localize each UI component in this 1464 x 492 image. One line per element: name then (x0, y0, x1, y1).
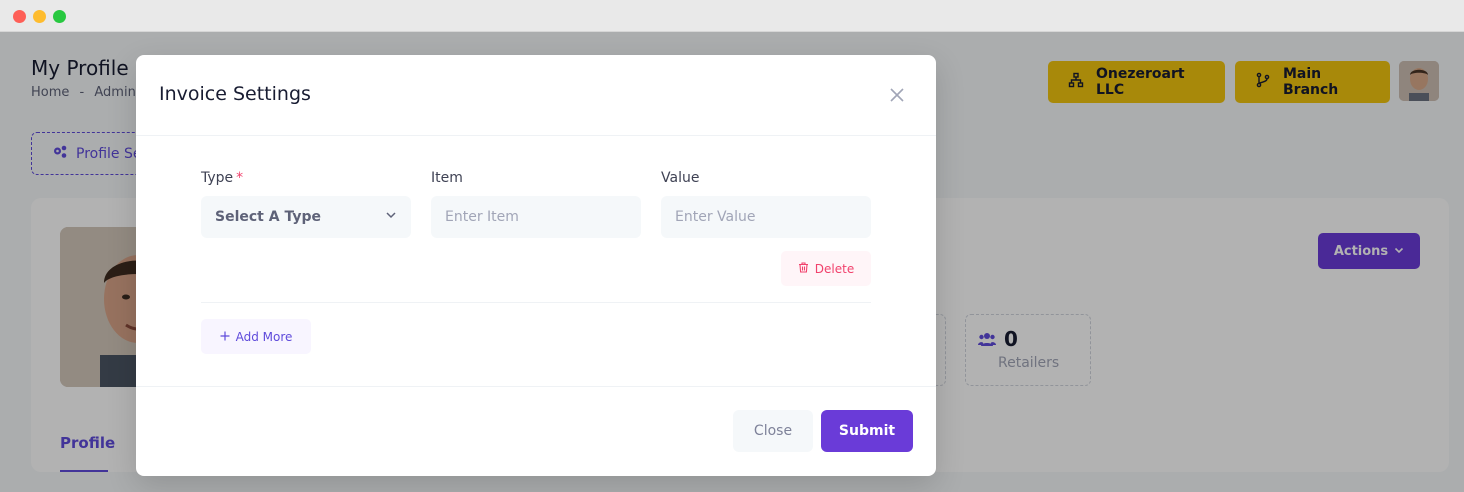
add-more-button[interactable]: Add More (201, 319, 311, 354)
modal-header: Invoice Settings (136, 55, 936, 136)
value-label: Value (661, 170, 700, 186)
divider (201, 302, 871, 303)
window-titlebar (0, 0, 1464, 32)
delete-label: Delete (814, 261, 855, 276)
trash-icon (798, 261, 809, 276)
value-input[interactable] (675, 209, 857, 225)
chevron-down-icon (385, 209, 397, 225)
invoice-settings-modal: Invoice Settings Type * Item Value Select… (136, 55, 936, 476)
add-more-label: Add More (235, 329, 293, 344)
item-input[interactable] (445, 209, 627, 225)
item-label: Item (431, 170, 463, 186)
item-field[interactable] (431, 196, 641, 238)
close-icon[interactable] (886, 84, 908, 106)
type-label: Type * (201, 170, 243, 186)
delete-button[interactable]: Delete (781, 251, 871, 286)
maximize-window-dot[interactable] (53, 10, 66, 23)
type-select-value: Select A Type (215, 209, 321, 225)
type-label-text: Type (201, 170, 234, 186)
type-select[interactable]: Select A Type (201, 196, 411, 238)
close-window-dot[interactable] (13, 10, 26, 23)
close-button[interactable]: Close (733, 410, 813, 452)
required-mark: * (236, 170, 244, 186)
modal-title: Invoice Settings (159, 83, 311, 105)
plus-icon (220, 330, 230, 344)
minimize-window-dot[interactable] (33, 10, 46, 23)
value-field[interactable] (661, 196, 871, 238)
submit-button[interactable]: Submit (821, 410, 913, 452)
modal-body: Type* Item Value Select A Type Delete (136, 136, 936, 387)
